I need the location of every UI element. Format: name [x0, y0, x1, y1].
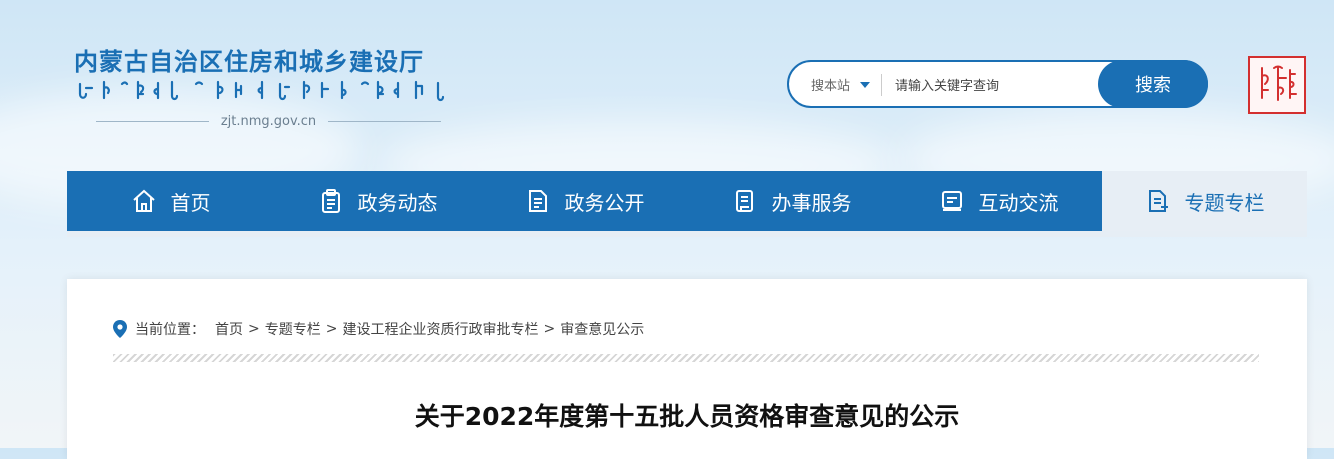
breadcrumb-link-home[interactable]: 首页 [215, 319, 243, 339]
breadcrumb-link-review-notice[interactable]: 审查意见公示 [560, 319, 644, 339]
search-scope-dropdown[interactable]: 搜本站 [811, 75, 871, 94]
divider [96, 121, 209, 122]
chevron-down-icon [860, 81, 871, 88]
search-input[interactable] [893, 72, 1097, 100]
breadcrumb-separator: > [543, 321, 556, 337]
column-icon [1148, 190, 1168, 212]
clipboard-icon [321, 189, 340, 213]
breadcrumb-prefix: 当前位置： [135, 322, 205, 338]
hatched-divider [113, 354, 1259, 362]
search-button[interactable]: 搜索 [1098, 60, 1208, 108]
nav-item-special-columns[interactable]: 专题专栏 [1102, 171, 1307, 231]
nav-label: 首页 [170, 190, 211, 215]
divider [881, 74, 882, 96]
nav-label: 政务公开 [564, 190, 645, 215]
org-title: 内蒙古自治区住房和城乡建设厅 [74, 48, 424, 76]
nav-label: 专题专栏 [1184, 190, 1265, 215]
divider [328, 121, 441, 122]
search-box: 搜本站 搜索 [787, 60, 1208, 108]
seal-logo-icon[interactable] [1248, 56, 1306, 114]
mongolian-script-logo [78, 80, 445, 102]
home-icon [132, 189, 155, 212]
article-title: 关于2022年度第十五批人员资格审查意见的公示 [414, 402, 960, 431]
document-icon [528, 190, 547, 212]
nav-label: 政务动态 [357, 190, 438, 215]
breadcrumb-separator: > [325, 321, 338, 337]
seal-glyph [1261, 65, 1297, 101]
breadcrumb-link-qualification-column[interactable]: 建设工程企业资质行政审批专栏 [342, 319, 538, 339]
breadcrumb-link-special-columns[interactable]: 专题专栏 [265, 319, 321, 339]
site-url: zjt.nmg.gov.cn [220, 114, 317, 129]
breadcrumb: 当前位置： 首页 > 专题专栏 > 建设工程企业资质行政审批专栏 > 审查意见公… [113, 319, 644, 339]
nav-label: 办事服务 [771, 190, 852, 215]
search-scope-label: 搜本站 [811, 79, 851, 94]
content-panel: 当前位置： 首页 > 专题专栏 > 建设工程企业资质行政审批专栏 > 审查意见公… [67, 279, 1307, 459]
service-icon [735, 190, 753, 212]
breadcrumb-separator: > [248, 321, 260, 337]
nav-label: 互动交流 [978, 190, 1059, 215]
nav-item-interaction[interactable]: 互动交流 [895, 171, 1102, 231]
nav-item-disclosure[interactable]: 政务公开 [481, 171, 688, 231]
main-nav: 首页 政务动态 政务公开 办事服务 互动交流 专题专栏 [67, 171, 1307, 237]
nav-item-news[interactable]: 政务动态 [274, 171, 481, 231]
nav-item-services[interactable]: 办事服务 [688, 171, 895, 231]
nav-item-home[interactable]: 首页 [67, 171, 274, 231]
site-url-row: zjt.nmg.gov.cn [96, 114, 441, 129]
chat-icon [941, 191, 962, 211]
location-pin-icon [113, 320, 127, 338]
